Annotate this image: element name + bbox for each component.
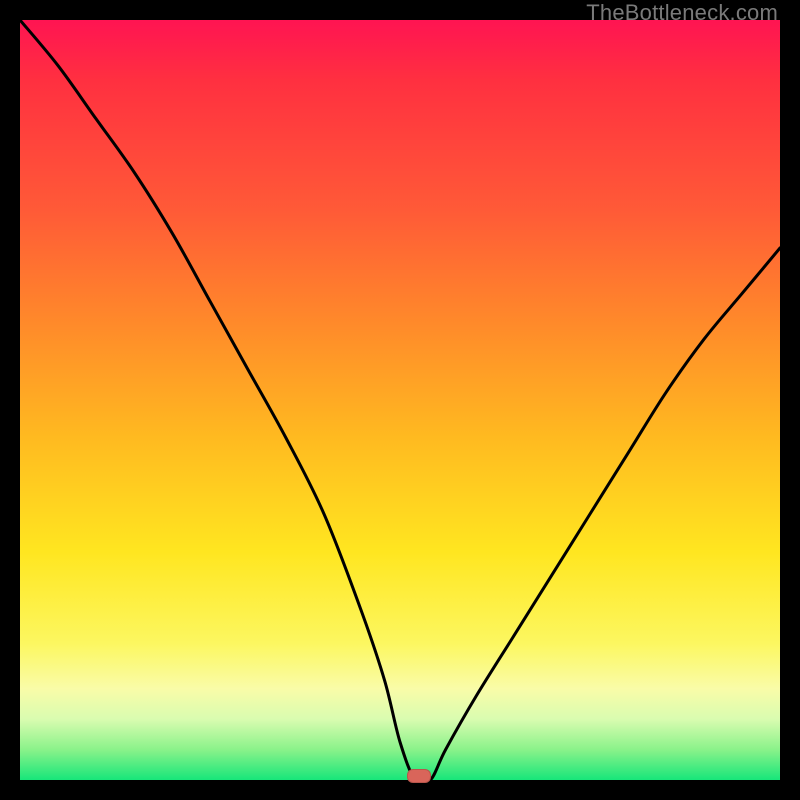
chart-frame: TheBottleneck.com: [0, 0, 800, 800]
watermark-text: TheBottleneck.com: [586, 0, 778, 26]
plot-area: [20, 20, 780, 780]
optimal-point-marker: [407, 769, 431, 783]
bottleneck-curve: [20, 20, 780, 780]
